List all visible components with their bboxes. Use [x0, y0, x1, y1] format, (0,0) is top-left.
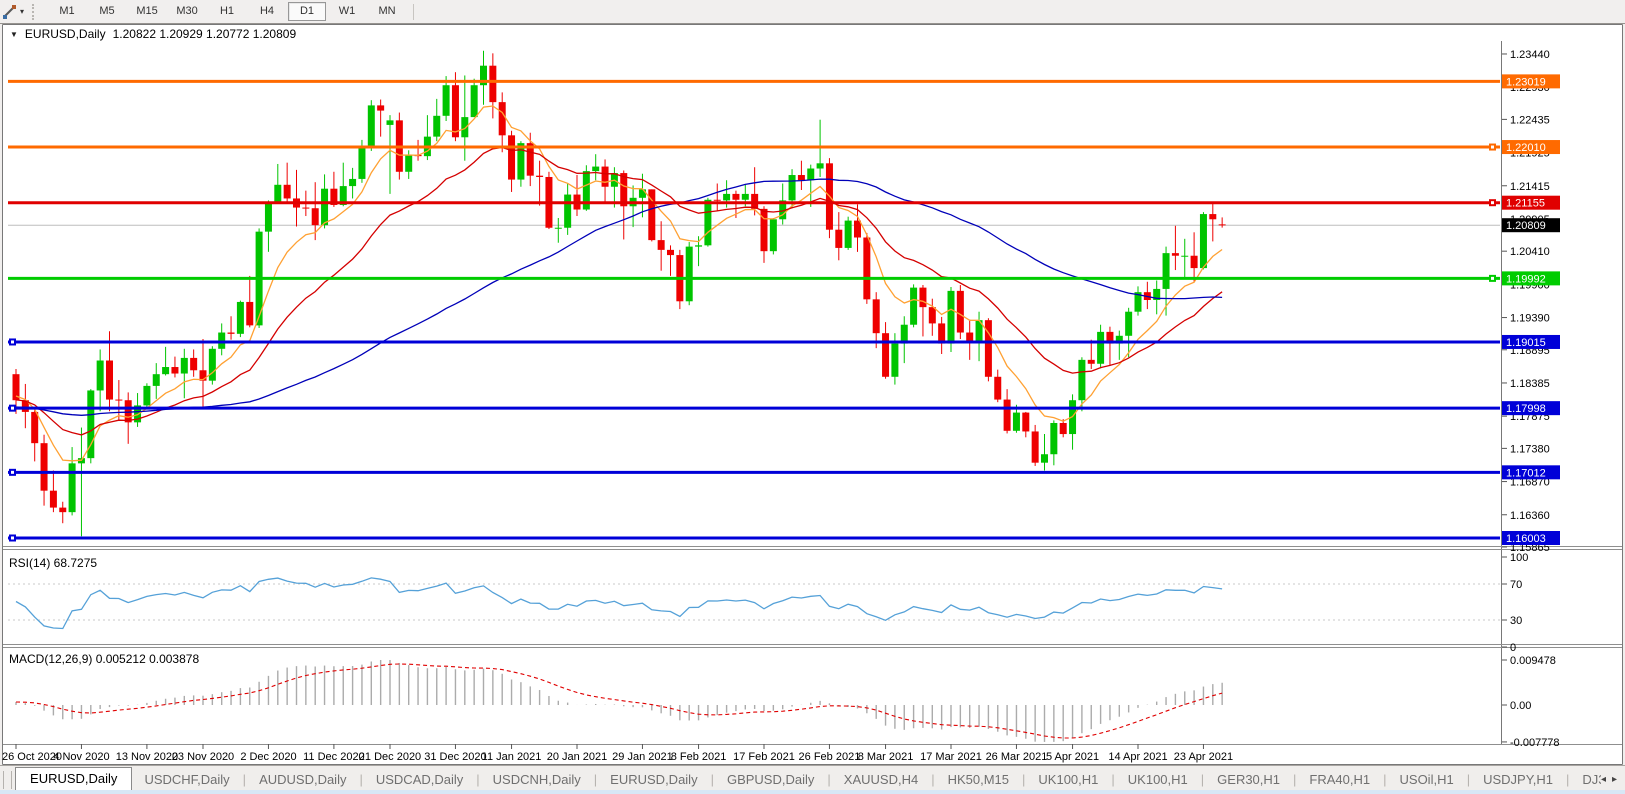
- chart-tab-uk100-h1[interactable]: UK100,H1: [1026, 769, 1110, 791]
- tab-scroll-right-button[interactable]: ▸: [1612, 774, 1617, 785]
- svg-text:5 Apr 2021: 5 Apr 2021: [1046, 751, 1099, 763]
- svg-text:1.19015: 1.19015: [1506, 337, 1546, 349]
- rsi-indicator-label: RSI(14) 68.7275: [9, 556, 98, 570]
- chart-title-bar: ▼ EURUSD,Daily 1.20822 1.20929 1.20772 1…: [10, 27, 296, 41]
- timeframe-button-m1[interactable]: M1: [48, 2, 86, 21]
- timeframe-button-w1[interactable]: W1: [328, 2, 366, 21]
- svg-text:26 Mar 2021: 26 Mar 2021: [986, 751, 1048, 763]
- svg-text:20 Jan 2021: 20 Jan 2021: [547, 751, 608, 763]
- svg-text:-0.007778: -0.007778: [1510, 737, 1560, 749]
- chart-tab-gbpusd-daily[interactable]: GBPUSD,Daily: [715, 769, 826, 791]
- drawing-tool-icon[interactable]: [1, 4, 19, 20]
- chart-tab-usdcad-daily[interactable]: USDCAD,Daily: [364, 769, 475, 791]
- svg-text:1.22010: 1.22010: [1506, 142, 1546, 154]
- tab-scroll-controls: ◂ ▸: [1601, 774, 1625, 791]
- chart-tab-fra40-h1[interactable]: FRA40,H1: [1297, 769, 1382, 791]
- timeframe-button-mn[interactable]: MN: [368, 2, 406, 21]
- timeframe-button-d1[interactable]: D1: [288, 2, 327, 21]
- timeframe-toolbar: M1 M5 M15 M30 H1 H4 D1 W1 MN: [47, 2, 407, 21]
- svg-text:1.17998: 1.17998: [1506, 403, 1546, 415]
- toolbar-separator: [413, 3, 415, 20]
- svg-text:1.22435: 1.22435: [1510, 114, 1550, 126]
- svg-text:29 Jan 2021: 29 Jan 2021: [612, 751, 673, 763]
- chart-tab-bar: EURUSD,Daily USDCHF,Daily | AUDUSD,Daily | US…: [0, 765, 1625, 791]
- svg-text:23 Apr 2021: 23 Apr 2021: [1174, 751, 1233, 763]
- svg-text:1.20410: 1.20410: [1510, 246, 1550, 258]
- svg-text:31 Dec 2020: 31 Dec 2020: [424, 751, 486, 763]
- svg-text:0.00: 0.00: [1510, 700, 1531, 712]
- svg-text:21 Dec 2020: 21 Dec 2020: [359, 751, 421, 763]
- svg-text:100: 100: [1510, 552, 1528, 564]
- svg-text:23 Nov 2020: 23 Nov 2020: [172, 751, 234, 763]
- chart-window-background: [2, 24, 1623, 765]
- toolbar-dropdown-arrow[interactable]: ▾: [20, 7, 24, 16]
- svg-text:1.23440: 1.23440: [1510, 49, 1550, 61]
- chart-ohlc-values: 1.20822 1.20929 1.20772 1.20809: [112, 27, 297, 41]
- mt4-terminal-window: ▾ M1M5M15M30H1H4D1W1MN 1.234401.229301.2…: [0, 0, 1625, 794]
- timeframe-button-h4[interactable]: H4: [248, 2, 286, 21]
- chart-tab-eurusd-daily[interactable]: EURUSD,Daily: [15, 767, 133, 791]
- svg-text:1.19992: 1.19992: [1506, 273, 1546, 285]
- svg-text:0.009478: 0.009478: [1510, 655, 1556, 667]
- svg-text:1.17380: 1.17380: [1510, 443, 1550, 455]
- svg-text:14 Apr 2021: 14 Apr 2021: [1108, 751, 1167, 763]
- svg-text:1.21155: 1.21155: [1506, 198, 1545, 210]
- chart-tab-dj30-weekly[interactable]: DJ30,Weekly: [1570, 769, 1601, 791]
- timeframe-button-h1[interactable]: H1: [208, 2, 246, 21]
- chart-symbol-title: EURUSD,Daily: [24, 27, 106, 41]
- svg-text:1.16003: 1.16003: [1506, 533, 1546, 545]
- svg-text:26 Feb 2021: 26 Feb 2021: [799, 751, 861, 763]
- macd-indicator-label: MACD(12,26,9) 0.005212 0.003878: [9, 652, 200, 666]
- chart-canvas[interactable]: 1.234401.229301.224351.219251.214151.209…: [0, 0, 1625, 794]
- svg-text:70: 70: [1510, 579, 1522, 591]
- svg-text:2 Dec 2020: 2 Dec 2020: [240, 751, 296, 763]
- tab-bar-grip: [3, 771, 13, 789]
- chart-tab-usoil-h1[interactable]: USOil,H1: [1388, 769, 1466, 791]
- chart-tab-ger30-h1[interactable]: GER30,H1: [1205, 769, 1292, 791]
- chart-tab-uk100-h1[interactable]: UK100,H1: [1116, 769, 1200, 791]
- svg-text:8 Feb 2021: 8 Feb 2021: [671, 751, 727, 763]
- svg-text:17 Mar 2021: 17 Mar 2021: [920, 751, 982, 763]
- svg-text:0: 0: [1510, 642, 1516, 654]
- chart-tab-hk50-m15[interactable]: HK50,M15: [936, 769, 1021, 791]
- chart-tab-audusd-daily[interactable]: AUDUSD,Daily: [247, 769, 358, 791]
- chart-menu-icon[interactable]: ▼: [10, 30, 18, 39]
- svg-text:1.19390: 1.19390: [1510, 313, 1550, 325]
- svg-text:11 Jan 2021: 11 Jan 2021: [482, 751, 542, 763]
- timeframe-button-m5[interactable]: M5: [88, 2, 126, 21]
- svg-text:1.17012: 1.17012: [1506, 467, 1546, 479]
- chart-tab-eurusd-daily[interactable]: EURUSD,Daily: [598, 769, 709, 791]
- svg-text:8 Mar 2021: 8 Mar 2021: [858, 751, 914, 763]
- svg-text:1.16360: 1.16360: [1510, 510, 1550, 522]
- status-strip: [0, 790, 1625, 794]
- chart-tab-usdcnh-daily[interactable]: USDCNH,Daily: [481, 769, 593, 791]
- svg-text:1.18385: 1.18385: [1510, 378, 1550, 390]
- svg-text:13 Nov 2020: 13 Nov 2020: [116, 751, 178, 763]
- svg-text:30: 30: [1510, 615, 1522, 627]
- chart-tab-usdchf-daily[interactable]: USDCHF,Daily: [132, 769, 241, 791]
- svg-text:4 Nov 2020: 4 Nov 2020: [53, 751, 109, 763]
- toolbar-grip[interactable]: [32, 3, 39, 20]
- chart-tab-usdjpy-h1[interactable]: USDJPY,H1: [1471, 769, 1565, 791]
- svg-text:1.23019: 1.23019: [1506, 76, 1546, 88]
- svg-text:17 Feb 2021: 17 Feb 2021: [733, 751, 795, 763]
- svg-text:11 Dec 2020: 11 Dec 2020: [303, 751, 365, 763]
- tab-scroll-left-button[interactable]: ◂: [1601, 774, 1606, 785]
- toolbar: ▾ M1 M5 M15 M30 H1 H4 D1 W1 MN: [0, 0, 1625, 24]
- svg-text:1.21415: 1.21415: [1510, 181, 1550, 193]
- chart-tabs: EURUSD,Daily USDCHF,Daily | AUDUSD,Daily | US…: [15, 767, 1601, 791]
- svg-text:1.20809: 1.20809: [1506, 220, 1546, 232]
- timeframe-button-m30[interactable]: M30: [168, 2, 206, 21]
- chart-tab-xauusd-h4[interactable]: XAUUSD,H4: [832, 769, 930, 791]
- timeframe-button-m15[interactable]: M15: [128, 2, 166, 21]
